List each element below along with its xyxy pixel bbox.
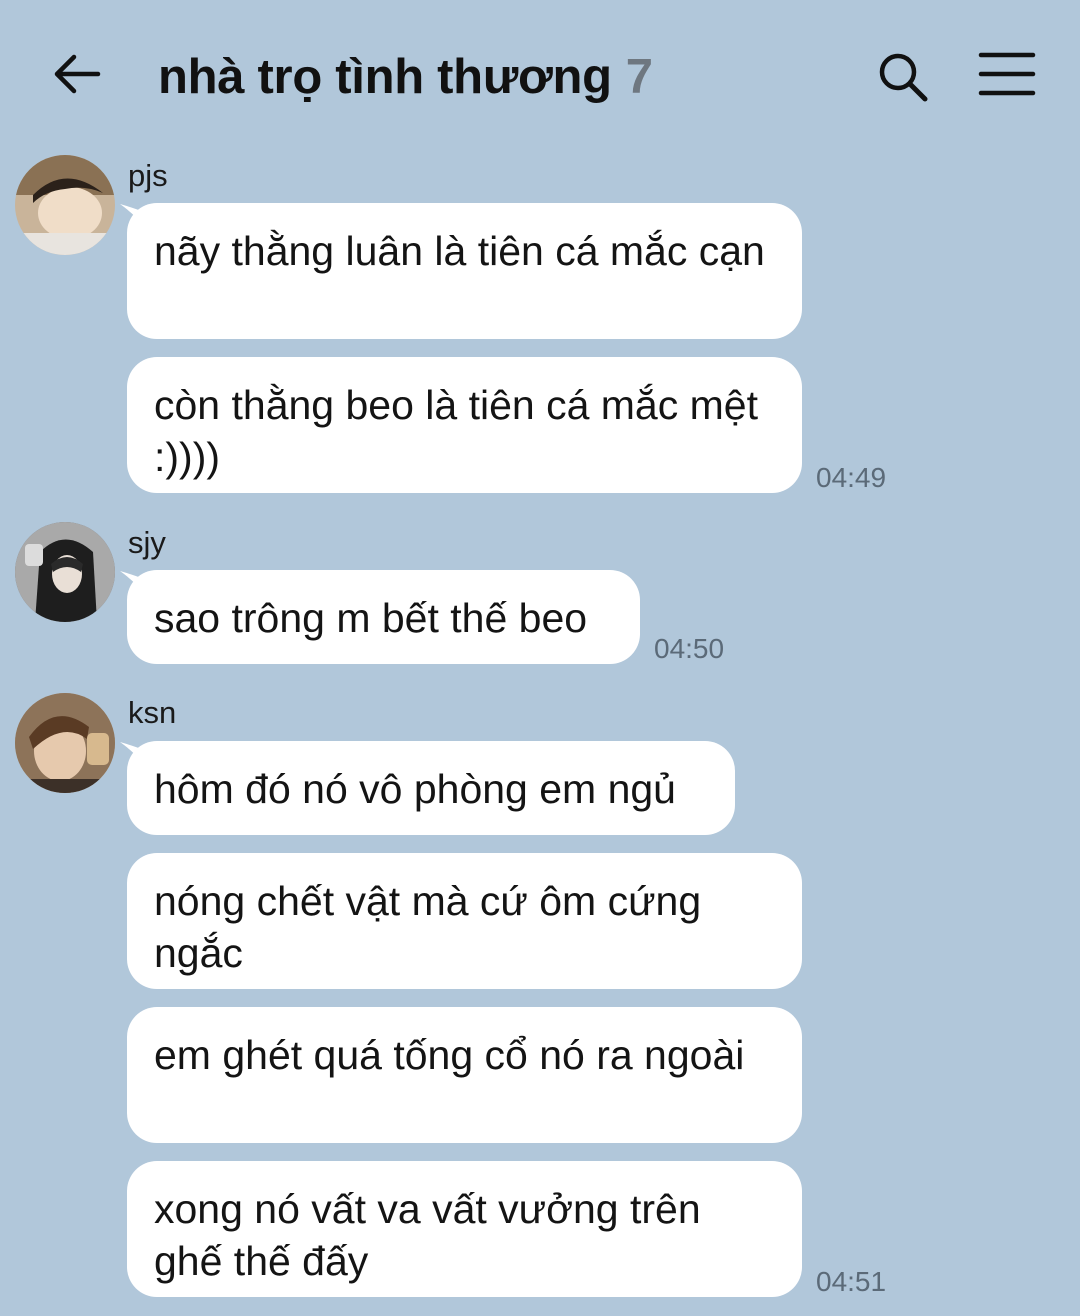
message-text: sao trông m bết thế beo [154,595,588,641]
message-bubble[interactable]: em ghét quá tống cổ nó ra ngoài [127,1007,802,1143]
search-button[interactable] [874,48,932,106]
member-count: 7 [625,50,654,104]
chat-header: nhà trọ tình thương 7 [0,0,1080,150]
back-button[interactable] [50,48,106,104]
avatar[interactable] [15,155,115,255]
sender-name: ksn [128,695,177,730]
message-bubble[interactable]: nãy thằng luân là tiên cá mắc cạn [127,203,802,339]
arrow-left-icon [54,54,101,94]
message-bubble[interactable]: hôm đó nó vô phòng em ngủ [127,741,735,835]
menu-button[interactable] [978,50,1036,100]
chat-title-area[interactable]: nhà trọ tình thương 7 [158,42,653,112]
message-bubble[interactable]: xong nó vất va vất vưởng trên ghế thế đấ… [127,1161,802,1297]
message-bubble[interactable]: còn thằng beo là tiên cá mắc mệt :)))) [127,357,802,493]
sender-name: sjy [128,525,166,560]
message-bubble[interactable]: sao trông m bết thế beo [127,570,640,664]
message-bubble[interactable]: nóng chết vật mà cứ ôm cứng ngắc [127,853,802,989]
message-text: nãy thằng luân là tiên cá mắc cạn [154,228,765,274]
message-timestamp: 04:49 [816,462,887,493]
search-icon [879,53,928,102]
sender-name: pjs [128,158,168,193]
message-text: xong nó vất va vất vưởng trên ghế thế đấ… [154,1186,701,1284]
message-timestamp: 04:50 [654,633,725,664]
message-text: còn thằng beo là tiên cá mắc mệt :)))) [154,382,758,480]
chat-title: nhà trọ tình thương [158,50,612,104]
message-text: hôm đó nó vô phòng em ngủ [154,766,676,812]
message-text: em ghét quá tống cổ nó ra ngoài [154,1032,745,1078]
hamburger-menu-icon [978,52,1036,96]
avatar[interactable] [15,693,115,793]
avatar[interactable] [15,522,115,622]
message-timestamp: 04:51 [816,1266,887,1297]
message-text: nóng chết vật mà cứ ôm cứng ngắc [154,878,702,976]
